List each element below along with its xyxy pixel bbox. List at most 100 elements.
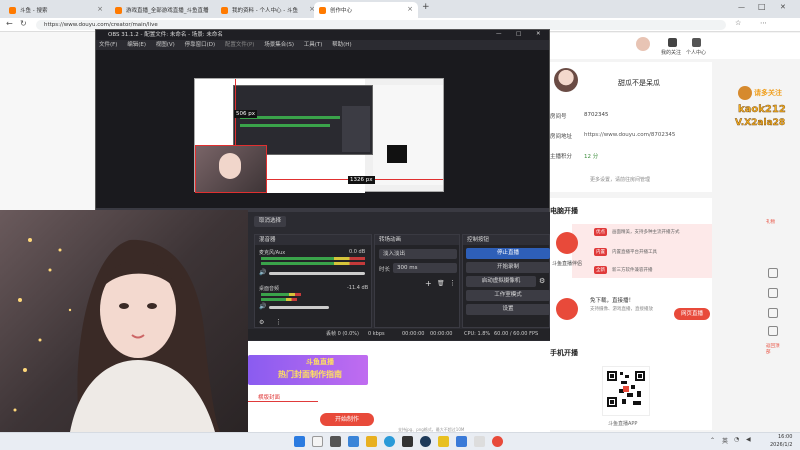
help-icon[interactable] xyxy=(768,288,778,298)
settings-button[interactable]: 设置 xyxy=(466,304,550,315)
transition-more-icon[interactable]: ⋮ xyxy=(449,279,456,287)
close-window-button[interactable]: ✕ xyxy=(780,3,786,11)
favorites-icon[interactable]: ☆ xyxy=(735,19,741,27)
bear-mascot-icon xyxy=(738,86,752,100)
studio-mode-button[interactable]: 工作室模式 xyxy=(466,290,550,301)
profile-avatar[interactable] xyxy=(554,68,578,92)
app-icon[interactable] xyxy=(474,436,485,447)
mic-meter xyxy=(261,257,365,260)
cover-editor-area: 斗鱼直播 热门封面制作指南 横版封面 开始制作 支持jpg、png格式，最大不超… xyxy=(248,341,550,432)
feedback-icon[interactable] xyxy=(768,326,778,336)
close-tab-icon[interactable]: × xyxy=(97,5,103,13)
gift-item[interactable]: 礼物 xyxy=(766,220,780,226)
volume-icon[interactable]: ◀ xyxy=(746,436,751,443)
menu-docks[interactable]: 停靠窗口(D) xyxy=(185,42,216,48)
close-tab-icon[interactable]: × xyxy=(407,5,413,13)
desktop-speaker-icon[interactable]: 🔊 xyxy=(259,303,266,310)
obs-close-button[interactable]: ✕ xyxy=(536,30,541,38)
browser-tab-creator[interactable]: 创作中心 × xyxy=(314,2,418,18)
notes-icon[interactable] xyxy=(438,436,449,447)
wifi-icon[interactable]: ◔ xyxy=(734,436,739,443)
widgets-icon[interactable] xyxy=(348,436,359,447)
extensions-icon[interactable]: ⋯ xyxy=(760,19,767,27)
douyu-app-icon[interactable] xyxy=(492,436,503,447)
profile-name: 甜瓜不是呆瓜 xyxy=(618,79,660,87)
preview-canvas[interactable] xyxy=(194,78,444,193)
menu-edit[interactable]: 编辑(E) xyxy=(127,42,146,48)
transitions-panel: 转场动画 淡入淡出 时长 300 ms + 🗑 ⋮ xyxy=(374,234,460,328)
file-explorer-icon[interactable] xyxy=(366,436,377,447)
tray-chevron-icon[interactable]: ⌃ xyxy=(710,437,715,444)
menu-help[interactable]: 帮助(H) xyxy=(332,42,351,48)
web-live-logo-icon xyxy=(556,298,578,320)
stop-stream-button[interactable]: 停止直播 xyxy=(466,248,550,259)
menu-file[interactable]: 文件(F) xyxy=(99,42,117,48)
start-making-button[interactable]: 开始制作 xyxy=(320,413,374,426)
mixer-more-icon[interactable]: ⋮ xyxy=(275,318,282,326)
add-transition-icon[interactable]: + xyxy=(425,279,432,288)
back-to-top-item[interactable]: 返回顶部 xyxy=(766,344,780,356)
desktop-volume-slider[interactable] xyxy=(269,306,329,309)
mixer-settings-icon[interactable]: ⚙ xyxy=(259,319,264,326)
menu-profile[interactable]: 配置文件(P) xyxy=(225,42,255,48)
browser-tab-profile[interactable]: 我的资料 - 个人中心 - 斗鱼 × xyxy=(216,2,320,18)
input-lang-label[interactable]: 英 xyxy=(722,436,728,445)
transition-select[interactable]: 淡入淡出 xyxy=(379,249,457,259)
controls-title: 控制按钮 xyxy=(463,235,549,245)
room-id-row: 房间号 8702345 xyxy=(550,112,609,120)
mic-volume-slider[interactable] xyxy=(269,272,365,275)
menu-scene-collection[interactable]: 场景集合(S) xyxy=(264,42,294,48)
web-live-button[interactable]: 网页直播 xyxy=(674,308,710,320)
reload-icon[interactable]: ↻ xyxy=(20,19,27,28)
back-icon[interactable]: ← xyxy=(6,19,13,28)
desktop-meter xyxy=(261,293,301,296)
browser-tab-games[interactable]: 游戏直播_全部游戏直播_斗鱼直播 × xyxy=(110,2,214,18)
terminal-icon[interactable] xyxy=(402,436,413,447)
close-tab-icon[interactable]: × xyxy=(203,5,209,13)
mobile-live-section: 手机开播 斗鱼直播APP xyxy=(550,348,712,430)
vcam-settings-icon[interactable]: ⚙ xyxy=(539,277,545,285)
browser-tab-search[interactable]: 斗鱼 - 搜索 × xyxy=(4,2,108,18)
mail-icon[interactable] xyxy=(456,436,467,447)
obs-preview[interactable]: 506 px 1326 px xyxy=(96,50,549,208)
virtual-camera-button[interactable]: 启动虚拟摄像机 xyxy=(466,276,536,287)
new-tab-button[interactable]: + xyxy=(422,2,430,12)
menu-tools[interactable]: 工具(T) xyxy=(304,42,323,48)
task-view-icon[interactable] xyxy=(330,436,341,447)
clock-time[interactable]: 16:00 xyxy=(778,434,792,440)
landscape-cover-tab[interactable]: 横版封面 xyxy=(258,393,280,401)
follow-label[interactable]: 我的关注 xyxy=(661,49,681,56)
menu-view[interactable]: 视图(V) xyxy=(156,42,175,48)
mic-speaker-icon[interactable]: 🔊 xyxy=(259,269,266,276)
obs-minimize-button[interactable]: — xyxy=(496,30,502,38)
edit-icon[interactable] xyxy=(768,308,778,318)
cancel-select-button[interactable]: 取消选择 xyxy=(254,216,286,227)
douyu-favicon-icon xyxy=(9,7,16,14)
video-icon[interactable] xyxy=(768,268,778,278)
room-url-row: 房间地址 https://www.douyu.com/8702345 xyxy=(550,132,676,140)
page-left-background xyxy=(0,32,95,212)
user-center-label[interactable]: 个人中心 xyxy=(686,49,706,56)
obs-icon[interactable] xyxy=(420,436,431,447)
windows-taskbar: ⌃ 英 ◔ ◀ 16:00 2026/1/2 xyxy=(0,432,800,450)
search-icon[interactable] xyxy=(312,436,323,447)
guide-size-right: 1326 px xyxy=(348,176,375,184)
floating-sidebar: 礼物 返回顶部 xyxy=(760,220,790,360)
clock-date[interactable]: 2026/1/2 xyxy=(770,442,792,448)
score-row: 主播积分 12 分 xyxy=(550,154,599,160)
obs-maximize-button[interactable]: □ xyxy=(516,30,521,38)
follow-icon[interactable] xyxy=(668,38,677,47)
minimize-button[interactable]: — xyxy=(738,3,745,11)
start-record-button[interactable]: 开始录制 xyxy=(466,262,550,273)
delete-transition-icon[interactable]: 🗑 xyxy=(437,280,445,287)
room-url-link[interactable]: https://www.douyu.com/8702345 xyxy=(584,132,675,138)
duration-input[interactable]: 300 ms xyxy=(393,263,457,273)
cover-guide-banner[interactable]: 斗鱼直播 热门封面制作指南 xyxy=(248,355,368,385)
start-icon[interactable] xyxy=(294,436,305,447)
room-manage-link[interactable]: 更多设置，请前往房间管理 xyxy=(590,176,650,183)
maximize-button[interactable]: □ xyxy=(758,2,766,11)
user-center-icon[interactable] xyxy=(692,38,701,47)
edge-icon[interactable] xyxy=(384,436,395,447)
webcam-overlay xyxy=(0,210,248,432)
header-avatar[interactable] xyxy=(636,37,650,51)
